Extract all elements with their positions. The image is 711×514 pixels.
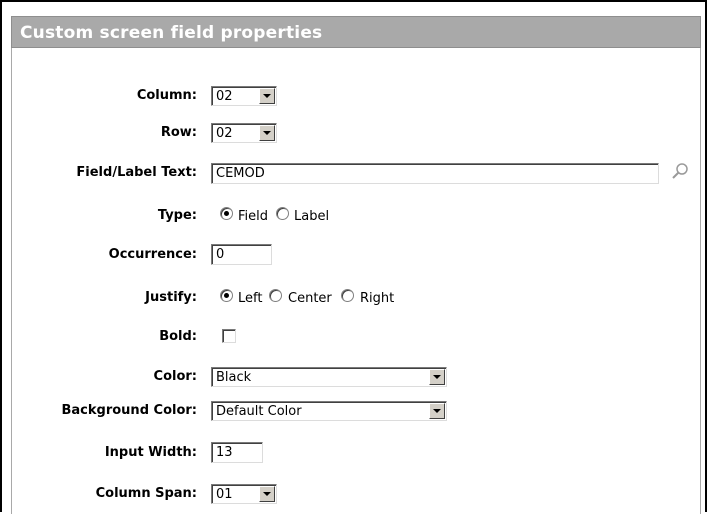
- justify-center-label: Center: [288, 291, 332, 306]
- justify-right-radio[interactable]: [341, 289, 354, 302]
- properties-window: Custom screen field properties Column: 0…: [0, 0, 707, 514]
- background-color-value: Default Color: [216, 404, 302, 419]
- color-select[interactable]: Black: [211, 367, 447, 387]
- column-select[interactable]: 02: [211, 86, 277, 106]
- column-span-select[interactable]: 01: [211, 484, 277, 504]
- occurrence-input[interactable]: 0: [211, 244, 272, 265]
- input-width-label: Input Width:: [104, 445, 197, 460]
- row-select[interactable]: 02: [211, 123, 277, 143]
- justify-label: Justify:: [145, 290, 197, 305]
- background-color-label: Background Color:: [61, 403, 198, 418]
- column-label: Column:: [136, 88, 197, 103]
- occurrence-label: Occurrence:: [108, 247, 197, 262]
- chevron-down-icon[interactable]: [259, 486, 275, 502]
- chevron-down-icon[interactable]: [429, 369, 445, 385]
- bold-checkbox[interactable]: [222, 329, 236, 343]
- chevron-down-icon[interactable]: [429, 403, 445, 419]
- justify-left-radio[interactable]: [220, 289, 233, 302]
- type-label-radio[interactable]: [276, 207, 289, 220]
- justify-center-radio[interactable]: [269, 289, 282, 302]
- panel-title: Custom screen field properties: [20, 23, 323, 43]
- justify-right-label: Right: [360, 291, 395, 306]
- type-field-radio[interactable]: [220, 207, 233, 220]
- color-label: Color:: [153, 369, 197, 384]
- type-label-option-label: Label: [294, 209, 330, 224]
- color-value: Black: [216, 370, 252, 385]
- panel-header: Custom screen field properties: [11, 16, 701, 48]
- row-label: Row:: [160, 125, 197, 140]
- type-field-label: Field: [238, 209, 269, 224]
- type-label: Type:: [157, 208, 197, 223]
- bold-label: Bold:: [159, 329, 197, 344]
- column-span-value: 01: [216, 487, 233, 502]
- column-value: 02: [216, 89, 233, 104]
- properties-form: Column: 02 Row: 02 Field/Label Text: CEM…: [11, 48, 701, 514]
- column-span-label: Column Span:: [95, 486, 197, 501]
- field-label-text-input[interactable]: CEMOD: [211, 163, 659, 184]
- magnifier-icon[interactable]: [669, 161, 691, 183]
- field-label-text-label: Field/Label Text:: [76, 165, 197, 180]
- chevron-down-icon[interactable]: [259, 125, 275, 141]
- chevron-down-icon[interactable]: [259, 88, 275, 104]
- justify-left-label: Left: [238, 291, 263, 306]
- input-width-input[interactable]: 13: [211, 442, 263, 463]
- background-color-select[interactable]: Default Color: [211, 401, 447, 421]
- row-value: 02: [216, 126, 233, 141]
